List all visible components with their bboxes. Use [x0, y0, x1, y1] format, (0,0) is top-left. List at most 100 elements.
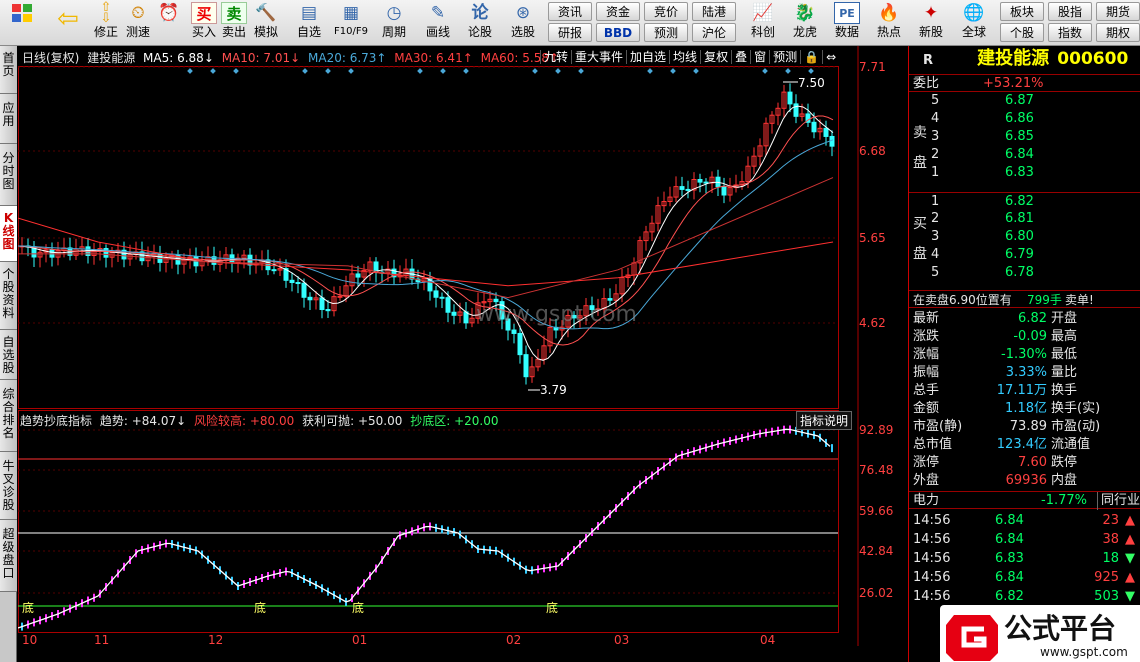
major-events-button[interactable]: 重大事件: [571, 50, 627, 64]
predict-button[interactable]: 预测: [769, 50, 801, 64]
futures-button[interactable]: 期货: [1096, 2, 1140, 21]
tab-stock-info[interactable]: 个股资料: [0, 262, 17, 330]
period-label: 日线(复权): [22, 51, 80, 65]
kline-chart[interactable]: [18, 46, 908, 662]
candle-body: [811, 121, 817, 133]
new-stock-button[interactable]: ✦ 新股: [912, 2, 950, 44]
stat-value: -0.09: [1013, 329, 1047, 344]
global-button[interactable]: 🌐 全球: [954, 2, 994, 44]
add-watchlist-button[interactable]: 加自选: [626, 50, 670, 64]
auction-button[interactable]: 竞价: [644, 2, 688, 21]
price-tick: 5.65: [859, 231, 886, 245]
indicator-info-button[interactable]: 指标说明: [796, 411, 853, 430]
event-marker: [325, 68, 331, 74]
candle-body: [445, 297, 451, 313]
data-button[interactable]: PE 数据: [828, 2, 866, 44]
up-arrow-icon: ▲: [1125, 513, 1135, 528]
price: 6.83: [1005, 165, 1034, 180]
stat-key: 外盘: [913, 473, 940, 488]
tab-diagnosis[interactable]: 牛叉诊股: [0, 452, 17, 520]
sector-button[interactable]: 板块: [1000, 2, 1044, 21]
indicator-tick: 26.02: [859, 586, 894, 600]
buy-button[interactable]: 买 买入: [190, 2, 218, 44]
sell-button[interactable]: 卖 卖出: [220, 2, 248, 44]
clock-icon: ⏰: [158, 3, 180, 23]
left-tab-bar: 首页 应用 分时图 K线图 个股资料 自选股 综合排名 牛叉诊股 超级盘口: [0, 46, 17, 662]
index-futures-button[interactable]: 股指: [1048, 2, 1092, 21]
speedtest-button[interactable]: ⏲ 测速: [122, 2, 154, 44]
forecast-button[interactable]: 预测: [644, 23, 688, 42]
kechuang-button[interactable]: 📈 科创: [744, 2, 782, 44]
more-icon[interactable]: ⇔: [822, 50, 840, 64]
research-button[interactable]: 研报: [548, 23, 592, 42]
revise-button[interactable]: ⇧ ⇩ 修正: [90, 1, 122, 44]
hk-connect-button[interactable]: 陆港: [692, 2, 736, 21]
candle-body: [319, 297, 325, 311]
lock-icon[interactable]: 🔒: [800, 50, 823, 64]
tab-order-book[interactable]: 超级盘口: [0, 520, 17, 592]
sell-order-row[interactable]: 1 6.83: [909, 164, 1140, 182]
candle-body: [511, 329, 517, 334]
trend-value: 趋势: +84.07↓: [99, 414, 187, 428]
fund-button[interactable]: 资金: [596, 2, 640, 21]
forum-button[interactable]: 论 论股: [462, 2, 498, 44]
f10-button[interactable]: ▦ F10/F9: [330, 2, 372, 44]
tab-intraday[interactable]: 分时图: [0, 144, 17, 206]
stat-key: 涨停: [913, 455, 940, 470]
clock-button[interactable]: ⏰: [154, 2, 184, 44]
tab-home[interactable]: 首页: [0, 46, 17, 94]
back-button[interactable]: ⇦: [48, 2, 88, 44]
buy-order-row[interactable]: 5 6.78: [909, 264, 1140, 282]
tab-apps[interactable]: 应用: [0, 94, 17, 144]
indicator-tick: 42.84: [859, 544, 894, 558]
tab-ranking[interactable]: 综合排名: [0, 380, 17, 452]
news-button[interactable]: 资讯: [548, 2, 592, 21]
period-icon: ◷: [386, 3, 402, 23]
sh-london-button[interactable]: 沪伦: [692, 23, 736, 42]
level: 4: [931, 111, 940, 126]
nine-turn-button[interactable]: 九转: [540, 50, 572, 64]
simulate-button[interactable]: 🔨 模拟: [250, 2, 282, 44]
sell-order-row[interactable]: 4 6.86: [909, 110, 1140, 128]
options-button[interactable]: 期权: [1096, 23, 1140, 42]
candlestick-series: [19, 83, 835, 385]
indicator-frame: [18, 410, 839, 633]
down-arrow-icon: ▼: [1125, 589, 1135, 604]
watchlist-button[interactable]: ▤ 自选: [290, 2, 328, 44]
stock-button[interactable]: 个股: [1000, 23, 1044, 42]
buy-order-row[interactable]: 3 6.80: [909, 228, 1140, 246]
grid-icon: [9, 2, 35, 24]
bbd-button[interactable]: BBD: [596, 23, 640, 42]
overlay-button[interactable]: 叠: [731, 50, 751, 64]
ma-button[interactable]: 均线: [669, 50, 701, 64]
sell-order-row[interactable]: 5 6.87: [909, 92, 1140, 110]
ma20-label: MA20: 6.73↑: [308, 51, 387, 65]
tab-kline[interactable]: K线图: [0, 206, 17, 262]
period-button[interactable]: ◷ 周期: [374, 2, 414, 44]
sell-order-row[interactable]: 2 6.84: [909, 146, 1140, 164]
index-button[interactable]: 指数: [1048, 23, 1092, 42]
stat-key: 振幅: [913, 365, 940, 380]
select-stock-button[interactable]: ⊛ 选股: [502, 2, 544, 44]
pen-icon: ✎: [430, 3, 446, 23]
window-button[interactable]: 窗: [750, 50, 770, 64]
buy-order-row[interactable]: 2 6.81: [909, 210, 1140, 228]
tick-row: 14:56 6.84 23 ▲: [909, 512, 1140, 530]
buy-order-row[interactable]: 4 6.79: [909, 246, 1140, 264]
buy-order-row[interactable]: 1 6.82: [909, 192, 1140, 210]
x-tick: 01: [352, 633, 368, 647]
chart-area[interactable]: 日线(复权) 建投能源 MA5: 6.88↓ MA10: 7.01↓ MA20:…: [18, 46, 908, 662]
stat-key: 总市值: [913, 437, 953, 452]
sell-order-row[interactable]: 3 6.85: [909, 128, 1140, 146]
select-stock-icon: ⊛: [515, 3, 531, 23]
dragon-tiger-button[interactable]: 🐉 龙虎: [786, 2, 824, 44]
forum-icon: 论: [471, 3, 489, 23]
draw-line-button[interactable]: ✎ 画线: [418, 2, 458, 44]
grid-button[interactable]: [4, 2, 40, 44]
adjust-button[interactable]: 复权: [700, 50, 732, 64]
hot-button[interactable]: 🔥 热点: [870, 2, 908, 44]
price: 6.81: [1005, 211, 1034, 226]
candle-body: [433, 290, 439, 298]
tab-watchlist[interactable]: 自选股: [0, 330, 17, 380]
brand-name: 公式平台: [1004, 612, 1117, 645]
